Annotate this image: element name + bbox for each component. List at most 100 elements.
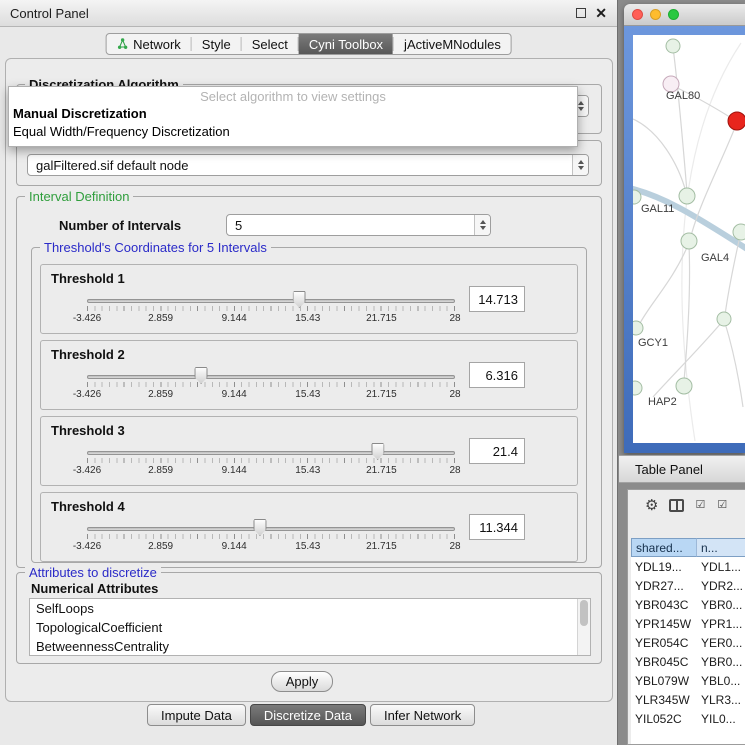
columns-icon[interactable] — [669, 499, 684, 512]
number-of-intervals-label: Number of Intervals — [59, 218, 181, 233]
slider-track[interactable] — [87, 299, 455, 303]
table-toolbar: ⚙ ☑ ☑ — [628, 490, 745, 520]
table-row[interactable]: YDL19...YDL1... — [631, 557, 745, 576]
checkbox-icon[interactable]: ☑ — [695, 500, 706, 511]
table-row[interactable]: YBR043CYBR0... — [631, 595, 745, 614]
table-cell[interactable]: YDR27... — [631, 579, 697, 593]
table-row[interactable]: YIL052CYIL0... — [631, 709, 745, 728]
network-node[interactable] — [733, 224, 745, 240]
table-cell[interactable]: YDL19... — [631, 560, 697, 574]
table-cell[interactable]: YBR0... — [697, 598, 745, 612]
table-cell[interactable]: YIL0... — [697, 712, 745, 726]
close-icon[interactable]: ✕ — [595, 6, 607, 20]
tab-label: Network — [133, 37, 181, 52]
table-row[interactable]: YBL079WYBL0... — [631, 671, 745, 690]
slider-track[interactable] — [87, 451, 455, 455]
table-cell[interactable]: YLR3... — [697, 693, 745, 707]
threshold-slider[interactable]: -3.4262.8599.14415.4321.71528 — [87, 289, 455, 331]
table-cell[interactable]: YPR1... — [697, 617, 745, 631]
network-node[interactable] — [728, 112, 745, 130]
algorithm-dropdown: Select algorithm to view settings Manual… — [8, 86, 578, 147]
apply-button[interactable]: Apply — [271, 671, 333, 692]
threshold-slider[interactable]: -3.4262.8599.14415.4321.71528 — [87, 517, 455, 559]
threshold-value-field[interactable]: 11.344 — [469, 514, 525, 540]
table-cell[interactable]: YLR345W — [631, 693, 697, 707]
threshold-value-field[interactable]: 6.316 — [469, 362, 525, 388]
table-panel-title: Table Panel — [635, 462, 703, 477]
network-canvas[interactable]: GAL80GAL11GAL4GCY1HAP2 — [633, 35, 745, 443]
table-cell[interactable]: YDR2... — [697, 579, 745, 593]
tab-cyni-toolbox[interactable]: Cyni Toolbox — [299, 34, 393, 54]
top-tab-bar: Network Style Select Cyni Toolbox jActiv… — [105, 33, 512, 55]
table-cell[interactable]: YBR0... — [697, 655, 745, 669]
network-node[interactable] — [633, 321, 643, 335]
attribute-item[interactable]: SelfLoops — [30, 599, 590, 618]
network-node[interactable] — [633, 381, 642, 395]
tab-label: Cyni Toolbox — [309, 37, 383, 52]
float-window-icon[interactable] — [576, 8, 586, 18]
attributes-group: Attributes to discretize Numerical Attri… — [16, 572, 602, 664]
network-node[interactable] — [666, 39, 680, 53]
slider-ticks — [87, 382, 455, 387]
column-header-name[interactable]: n... — [697, 538, 745, 557]
tab-jactivemnodules[interactable]: jActiveMNodules — [394, 34, 511, 54]
threshold-value-field[interactable]: 14.713 — [469, 286, 525, 312]
tab-label: Style — [202, 37, 231, 52]
table-row[interactable]: YER054CYER0... — [631, 633, 745, 652]
network-node[interactable] — [676, 378, 692, 394]
tab-impute-data[interactable]: Impute Data — [147, 704, 246, 726]
table-row[interactable]: YLR345WYLR3... — [631, 690, 745, 709]
network-icon — [116, 38, 128, 50]
close-traffic-light-icon[interactable] — [632, 9, 643, 20]
table-row[interactable]: YPR145WYPR1... — [631, 614, 745, 633]
attribute-item[interactable]: BetweennessCentrality — [30, 637, 590, 656]
table-row[interactable]: YBR045CYBR0... — [631, 652, 745, 671]
table-data-select[interactable]: galFiltered.sif default node — [27, 154, 589, 176]
slider-ticks — [87, 534, 455, 539]
tab-discretize-data[interactable]: Discretize Data — [250, 704, 366, 726]
slider-track[interactable] — [87, 375, 455, 379]
bottom-tab-bar: Impute Data Discretize Data Infer Networ… — [147, 704, 475, 726]
slider-scale: -3.4262.8599.14415.4321.71528 — [87, 541, 455, 553]
table-cell[interactable]: YBR043C — [631, 598, 697, 612]
table-cell[interactable]: YPR145W — [631, 617, 697, 631]
threshold-panel: Threshold 1 -3.4262.8599.14415.4321.7152… — [40, 264, 578, 334]
table-cell[interactable]: YBL079W — [631, 674, 697, 688]
table-header-row: shared... n... — [631, 538, 745, 557]
group-title-interval-definition: Interval Definition — [25, 189, 133, 204]
table-row[interactable]: YDR27...YDR2... — [631, 576, 745, 595]
table-cell[interactable]: YBR045C — [631, 655, 697, 669]
table-cell[interactable]: YER0... — [697, 636, 745, 650]
column-header-shared-name[interactable]: shared... — [631, 538, 697, 557]
scrollbar[interactable] — [577, 599, 590, 655]
tab-label: jActiveMNodules — [404, 37, 501, 52]
table-cell[interactable]: YBL0... — [697, 674, 745, 688]
tab-style[interactable]: Style — [192, 34, 241, 54]
threshold-panel: Threshold 4 -3.4262.8599.14415.4321.7152… — [40, 492, 578, 562]
attribute-item[interactable]: TopologicalCoefficient — [30, 618, 590, 637]
threshold-slider[interactable]: -3.4262.8599.14415.4321.71528 — [87, 441, 455, 483]
slider-track[interactable] — [87, 527, 455, 531]
tab-network[interactable]: Network — [106, 34, 191, 54]
tab-infer-network[interactable]: Infer Network — [370, 704, 475, 726]
network-node[interactable] — [679, 188, 695, 204]
threshold-value-field[interactable]: 21.4 — [469, 438, 525, 464]
dropdown-option-equal-width[interactable]: Equal Width/Frequency Discretization — [9, 123, 577, 141]
network-node[interactable] — [717, 312, 731, 326]
gear-icon[interactable]: ⚙ — [645, 498, 658, 513]
numerical-attributes-list[interactable]: SelfLoopsTopologicalCoefficientBetweenne… — [29, 598, 591, 656]
zoom-traffic-light-icon[interactable] — [668, 9, 679, 20]
tab-select[interactable]: Select — [242, 34, 298, 54]
checkbox-icon[interactable]: ☑ — [717, 500, 728, 511]
minimize-traffic-light-icon[interactable] — [650, 9, 661, 20]
table-cell[interactable]: YIL052C — [631, 712, 697, 726]
table-cell[interactable]: YER054C — [631, 636, 697, 650]
table-cell[interactable]: YDL1... — [697, 560, 745, 574]
threshold-slider[interactable]: -3.4262.8599.14415.4321.71528 — [87, 365, 455, 407]
scrollbar-thumb[interactable] — [580, 600, 588, 626]
dropdown-option-manual-discretization[interactable]: Manual Discretization — [9, 105, 577, 123]
number-of-intervals-select[interactable]: 5 — [226, 214, 491, 236]
node-table: shared... n... YDL19...YDL1...YDR27...YD… — [631, 538, 745, 744]
network-node[interactable] — [681, 233, 697, 249]
threshold-label: Threshold 4 — [51, 499, 125, 514]
